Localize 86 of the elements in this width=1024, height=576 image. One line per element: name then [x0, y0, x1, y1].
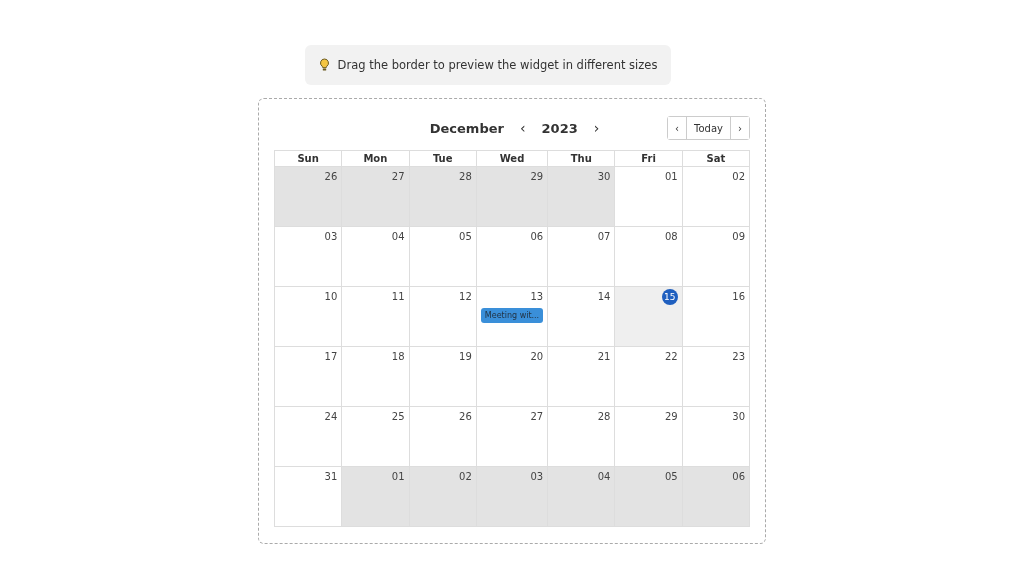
weekday-header: Sat [682, 151, 750, 167]
day-cell[interactable]: 02 [409, 467, 477, 527]
day-number: 01 [665, 170, 678, 184]
day-cell[interactable]: 11 [342, 287, 410, 347]
day-number: 04 [597, 470, 611, 484]
day-number: 04 [391, 230, 405, 244]
day-cell[interactable]: 16 [682, 287, 750, 347]
day-cell[interactable]: 29 [476, 167, 549, 227]
day-number: 05 [459, 230, 472, 244]
day-number: 09 [732, 230, 745, 244]
day-cell[interactable]: 04 [548, 467, 616, 527]
day-cell[interactable]: 12 [409, 287, 477, 347]
day-number: 03 [324, 230, 338, 244]
day-number: 28 [597, 410, 611, 424]
day-cell[interactable]: 21 [548, 347, 616, 407]
day-number: 03 [530, 470, 544, 484]
day-number: 26 [324, 170, 338, 184]
day-cell[interactable]: 04 [342, 227, 410, 287]
hint-text: Drag the border to preview the widget in different sizes [337, 58, 658, 72]
day-cell[interactable]: 23 [682, 347, 750, 407]
day-number: 13 [530, 290, 544, 304]
day-cell[interactable]: 07 [548, 227, 616, 287]
day-cell[interactable]: 28 [409, 167, 477, 227]
day-number: 28 [459, 170, 472, 184]
day-number: 22 [665, 350, 678, 364]
day-number: 12 [459, 290, 472, 304]
previous-year-button[interactable]: ‹ [517, 120, 528, 136]
day-cell[interactable]: 09 [682, 227, 750, 287]
day-cell[interactable]: 06 [682, 467, 750, 527]
day-number: 25 [391, 410, 405, 424]
resizable-frame[interactable]: December ‹ 2023 › ‹ Today › Sun Mon Tue Wed Thu Fri Sat 26 27 28 29 30 01 02 03 04 05 06 07 08 09 10 11 12 13 Meeting wit... 14 15 16 17 18 19 20 21 22 23 24 25 26 27 28 29 30 31 01 02 03 04 05 06 [258, 98, 766, 544]
day-number: 30 [597, 170, 611, 184]
day-cell[interactable]: 22 [615, 347, 683, 407]
day-cell[interactable]: 10 [275, 287, 343, 347]
day-cell[interactable]: 17 [275, 347, 343, 407]
day-number: 21 [597, 350, 611, 364]
day-number: 24 [324, 410, 338, 424]
day-cell[interactable]: 18 [342, 347, 410, 407]
day-number: 27 [391, 170, 405, 184]
day-cell[interactable]: 27 [342, 167, 410, 227]
day-cell[interactable]: 20 [476, 347, 549, 407]
day-number: 31 [324, 470, 338, 484]
today-button[interactable]: Today [686, 117, 731, 139]
day-number: 07 [597, 230, 611, 244]
day-number: 29 [665, 410, 678, 424]
day-cell[interactable]: 30 [548, 167, 616, 227]
day-number: 14 [597, 290, 611, 304]
day-number: 20 [530, 350, 544, 364]
event-chip[interactable]: Meeting wit... [480, 308, 544, 323]
day-number: 18 [391, 350, 405, 364]
day-number: 06 [732, 470, 745, 484]
month-label: December [429, 120, 504, 136]
day-number: 02 [459, 470, 472, 484]
day-number: 01 [391, 470, 405, 484]
day-number: 08 [665, 230, 678, 244]
year-label: 2023 [541, 120, 578, 136]
day-number: 15 [661, 289, 678, 305]
day-cell[interactable]: 05 [409, 227, 477, 287]
day-number: 23 [732, 350, 745, 364]
day-number: 16 [732, 290, 745, 304]
day-cell[interactable]: 03 [275, 227, 343, 287]
lightbulb-icon [318, 58, 330, 72]
day-number: 06 [530, 230, 544, 244]
day-number: 10 [324, 290, 338, 304]
day-cell[interactable]: 03 [476, 467, 549, 527]
day-cell[interactable]: 15 [615, 287, 683, 347]
day-number: 30 [732, 410, 745, 424]
day-cell[interactable]: 02 [682, 167, 750, 227]
day-cell[interactable]: 01 [615, 167, 683, 227]
day-number: 19 [459, 350, 472, 364]
day-number: 29 [530, 170, 544, 184]
day-cell[interactable]: 13 Meeting wit... [476, 287, 549, 347]
day-cell[interactable]: 24 [275, 407, 343, 467]
day-number: 17 [324, 350, 338, 364]
day-number: 27 [530, 410, 544, 424]
day-number: 11 [391, 290, 405, 304]
day-number: 05 [665, 470, 678, 484]
day-cell[interactable]: 19 [409, 347, 477, 407]
weekday-header: Fri [615, 151, 683, 167]
day-cell[interactable]: 05 [615, 467, 683, 527]
next-year-button[interactable]: › [591, 120, 602, 136]
day-cell[interactable]: 26 [275, 167, 343, 227]
day-number: 02 [732, 170, 745, 184]
day-cell[interactable]: 06 [476, 227, 549, 287]
day-cell[interactable]: 01 [342, 467, 410, 527]
day-number: 26 [459, 410, 472, 424]
